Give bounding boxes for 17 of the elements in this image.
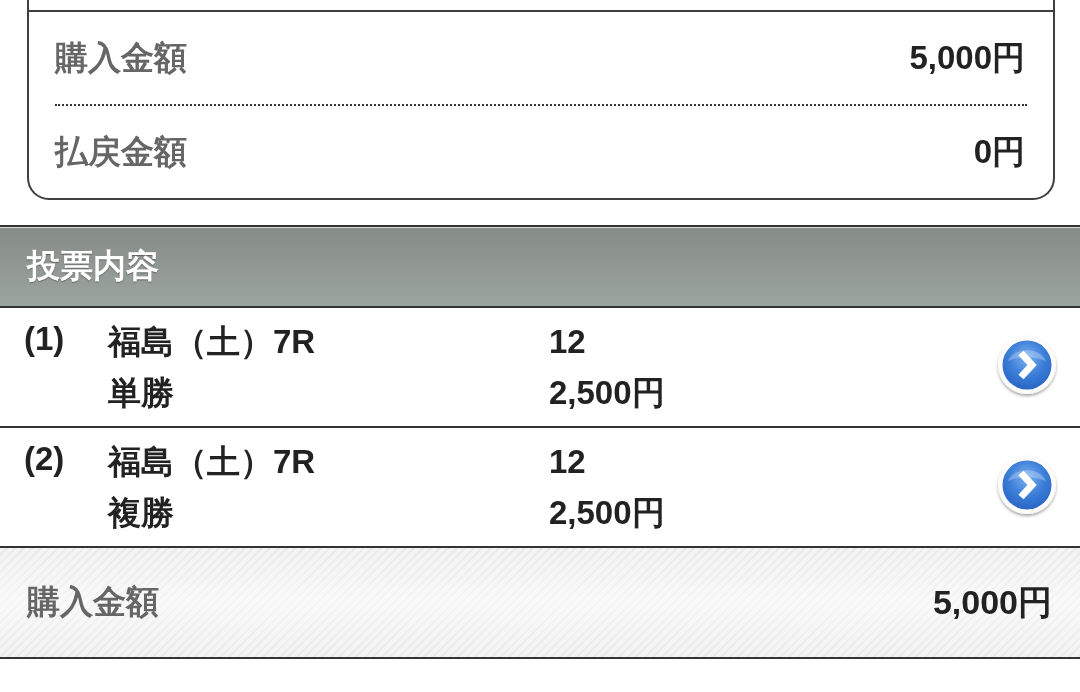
bet-amount: 2,500円	[549, 493, 665, 533]
total-label: 購入金額	[27, 582, 159, 622]
bet-number: (2)	[24, 439, 65, 479]
bet-type: 複勝	[108, 493, 174, 533]
amount-label: 払戻金額	[55, 131, 187, 172]
horse-number: 12	[549, 442, 586, 482]
amount-label: 購入金額	[55, 37, 187, 78]
amount-value: 0円	[973, 131, 1025, 172]
section-title: 投票内容	[27, 246, 159, 286]
amount-value: 5,000円	[909, 37, 1025, 78]
bet-type: 単勝	[108, 373, 174, 413]
horse-number: 12	[549, 322, 586, 362]
race-name: 福島（土）7R	[108, 322, 316, 362]
bet-amount: 2,500円	[549, 373, 665, 413]
race-name: 福島（土）7R	[108, 442, 316, 482]
total-value: 5,000円	[932, 581, 1052, 623]
bet-number: (1)	[24, 319, 65, 359]
